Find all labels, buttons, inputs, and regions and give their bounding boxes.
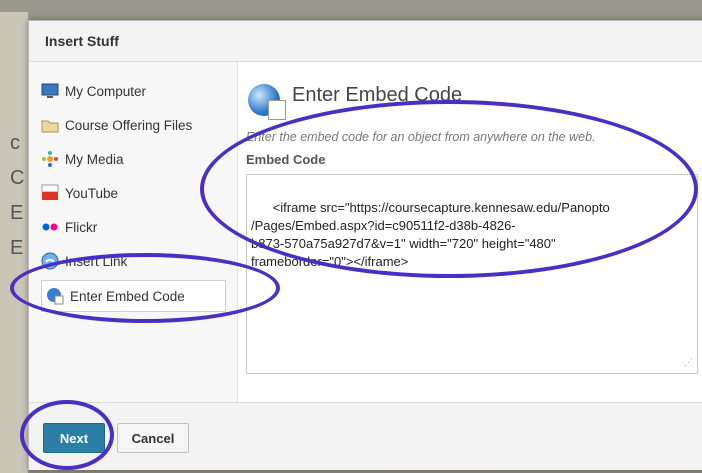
youtube-icon: [41, 184, 59, 202]
dialog-title: Insert Stuff: [45, 33, 119, 49]
annotation-oval-embed-code: [200, 100, 698, 278]
resize-grip-icon[interactable]: ⋰: [684, 353, 693, 371]
sidebar-item-label: Course Offering Files: [65, 117, 193, 133]
sidebar-item-label: YouTube: [65, 185, 119, 201]
sidebar-item-my-computer[interactable]: My Computer: [41, 76, 226, 106]
computer-icon: [41, 82, 59, 100]
globe-embed-icon: [248, 84, 286, 120]
sidebar-item-label: Flickr: [65, 219, 98, 235]
sidebar-item-my-media[interactable]: My Media: [41, 144, 226, 174]
media-icon: [41, 150, 59, 168]
sidebar-item-course-offering-files[interactable]: Course Offering Files: [41, 110, 226, 140]
annotation-oval-enter-embed-code: [10, 253, 280, 323]
sidebar-item-flickr[interactable]: Flickr: [41, 212, 226, 242]
dialog-footer: Next Cancel: [29, 402, 702, 470]
annotation-oval-next: [20, 400, 114, 470]
dialog-titlebar: Insert Stuff: [29, 21, 702, 62]
source-sidebar: My Computer Course Offering Files My Med…: [29, 62, 238, 402]
flickr-icon: [41, 218, 59, 236]
folder-icon: [41, 116, 59, 134]
sidebar-item-label: My Computer: [65, 83, 147, 99]
sidebar-item-label: My Media: [65, 151, 124, 167]
background-page-edge: c C E E: [0, 12, 28, 473]
cancel-button[interactable]: Cancel: [117, 423, 189, 453]
sidebar-item-youtube[interactable]: YouTube: [41, 178, 226, 208]
